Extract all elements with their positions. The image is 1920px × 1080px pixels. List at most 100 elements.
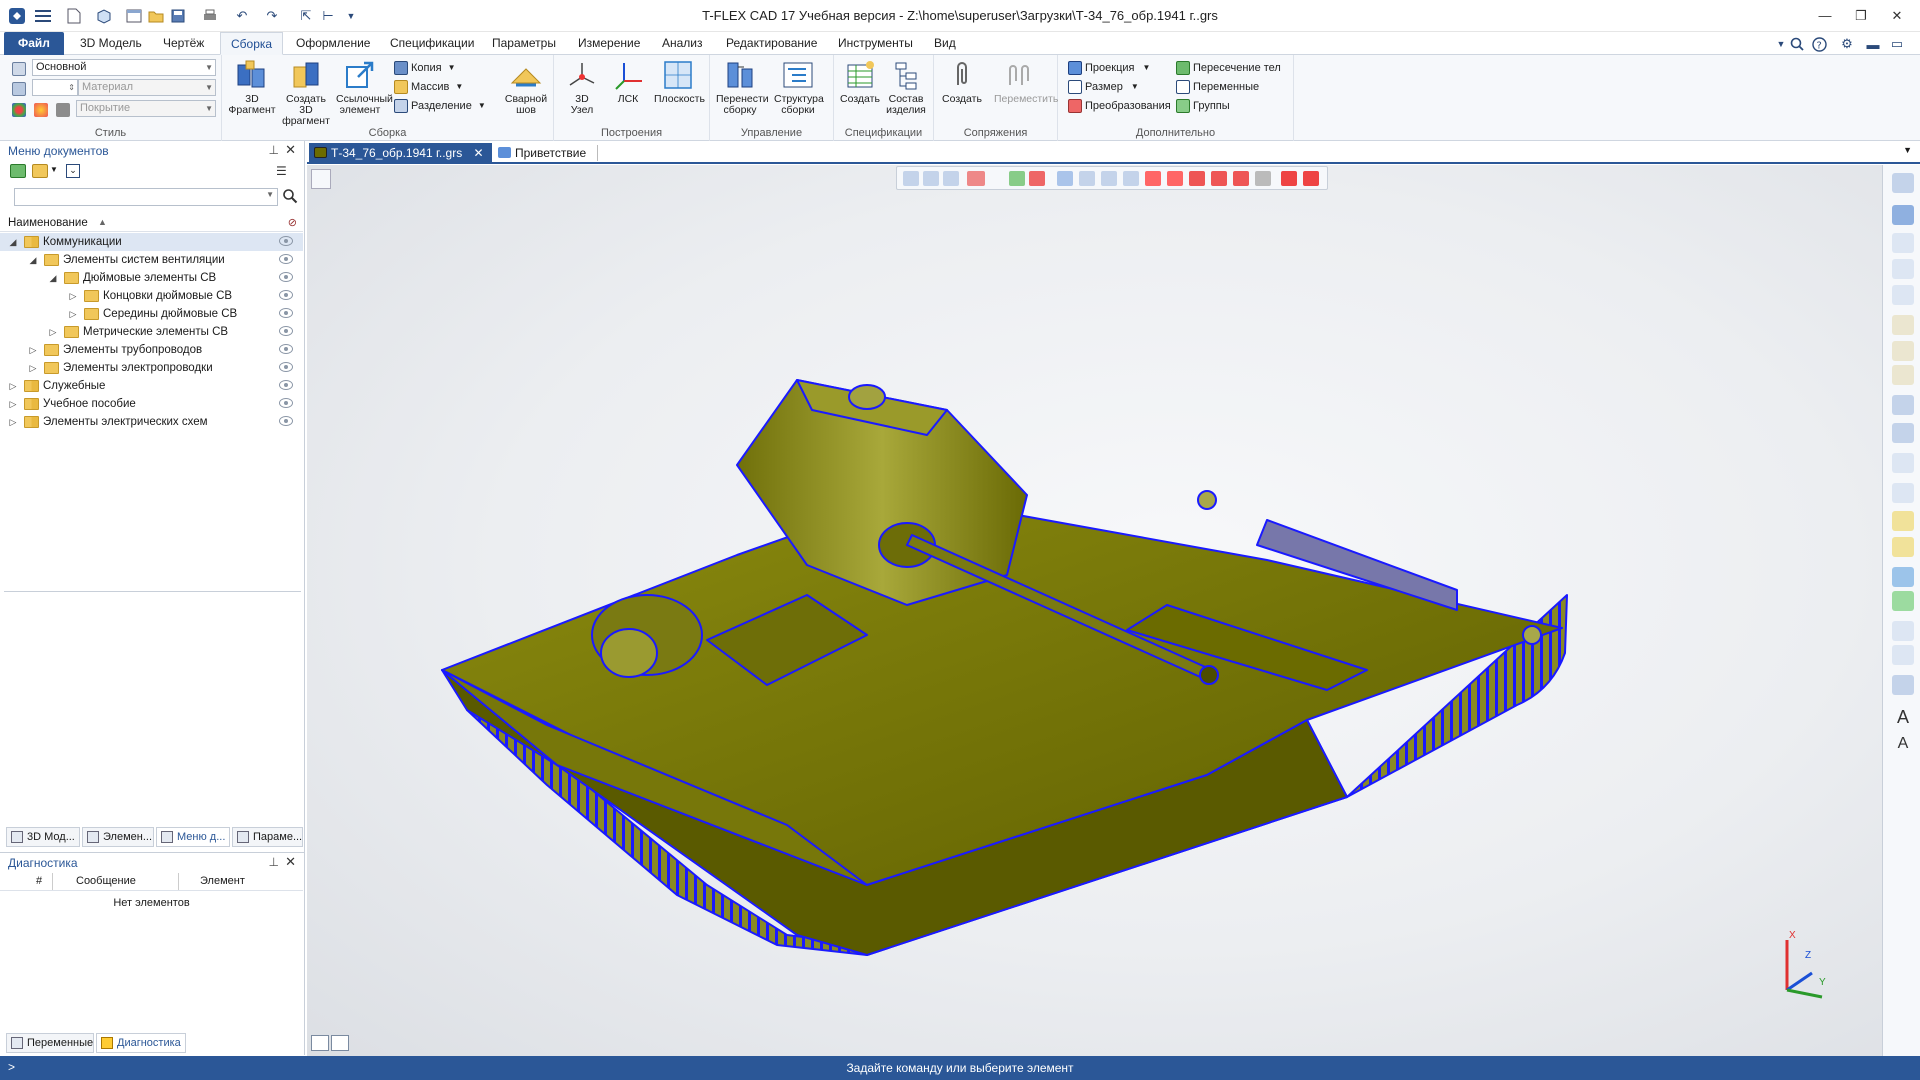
create-mate-button[interactable]: Создать — [938, 59, 986, 105]
tab-variables[interactable]: Переменные — [6, 1033, 94, 1053]
search-icon[interactable] — [282, 188, 300, 206]
eye-icon[interactable] — [279, 362, 293, 372]
tab-tools[interactable]: Инструменты — [828, 32, 923, 55]
material-select[interactable]: Материал ▼ — [78, 79, 216, 96]
filter-icon[interactable]: ⌄ — [66, 164, 80, 178]
tree-item[interactable]: ◢ Коммуникации — [0, 233, 303, 251]
collapse-icon[interactable]: ◢ — [8, 233, 18, 251]
pin-icon[interactable]: ⊥ — [269, 143, 279, 157]
lcs-button[interactable]: ЛСК — [604, 59, 652, 105]
section-plane-icon[interactable] — [1892, 453, 1914, 473]
eye-icon[interactable] — [279, 398, 293, 408]
tab-measurement[interactable]: Измерение — [568, 32, 650, 55]
transform-button[interactable]: Преобразования — [1068, 97, 1171, 114]
printer-icon[interactable] — [1892, 675, 1914, 695]
minimize-icon[interactable]: — — [1810, 4, 1840, 28]
render-mode-icon[interactable] — [1281, 171, 1297, 186]
color-select-icon[interactable] — [967, 171, 985, 186]
restore-icon[interactable]: ❐ — [1846, 4, 1876, 28]
diagnostics-close-icon[interactable]: ✕ — [285, 854, 296, 870]
colorize-icon[interactable] — [1892, 511, 1914, 531]
reference-element-button[interactable]: Ссылочный элемент — [336, 59, 393, 116]
groups-button[interactable]: Группы — [1176, 97, 1230, 114]
split-view-icon[interactable] — [311, 1035, 329, 1051]
coating-select[interactable]: Покрытие ▼ — [76, 100, 216, 117]
tree-item[interactable]: ▷ Элементы электрических схем — [0, 413, 303, 431]
copy-button[interactable]: Копия ▼ — [394, 59, 456, 76]
zoom-window-icon[interactable] — [1892, 259, 1914, 279]
expand-icon[interactable]: ▷ — [68, 287, 78, 305]
eye-icon[interactable] — [279, 416, 293, 426]
visibility-toggle-icon[interactable]: ⊘ — [288, 216, 297, 229]
zoom-fit-icon[interactable] — [1892, 285, 1914, 305]
tree-item[interactable]: ◢ Элементы систем вентиляции — [0, 251, 303, 269]
eye-icon[interactable] — [279, 308, 293, 318]
tree-item[interactable]: ◢ Дюймовые элементы СВ — [0, 269, 303, 287]
collapse-icon[interactable]: ◢ — [28, 251, 38, 269]
close-window-icon[interactable]: ✕ — [1882, 4, 1912, 28]
tab-assembly[interactable]: Сборка — [220, 32, 284, 55]
snap-icon[interactable] — [1079, 171, 1095, 186]
blue-shapes-icon[interactable] — [1892, 567, 1914, 587]
tab-view[interactable]: Вид — [924, 32, 966, 55]
drawing-view-icon[interactable] — [1892, 621, 1914, 641]
check-filter-icon[interactable] — [1009, 171, 1025, 186]
search-icon[interactable] — [1786, 33, 1808, 55]
color-fill-icon[interactable] — [34, 101, 51, 118]
layer-icon[interactable] — [12, 60, 29, 77]
assembly-structure-button[interactable]: Структура сборки — [774, 59, 824, 116]
move-mate-button[interactable]: Переместить — [994, 59, 1058, 105]
eye-icon[interactable] — [279, 344, 293, 354]
tabs-dropdown-icon[interactable]: ▼ — [1903, 145, 1912, 155]
panel-icon[interactable]: ▬ — [1862, 33, 1884, 55]
array-button[interactable]: Массив ▼ — [394, 78, 463, 95]
expand-icon[interactable]: ▷ — [8, 377, 18, 395]
pin-icon[interactable] — [1123, 171, 1139, 186]
projection-button[interactable]: Проекция ▼ — [1068, 59, 1150, 76]
product-composition-button[interactable]: Состав изделия — [882, 59, 930, 116]
add-document-icon[interactable] — [10, 164, 26, 178]
red-frame-icon[interactable] — [1233, 171, 1249, 186]
glasses-icon[interactable] — [1892, 315, 1914, 335]
tank-model[interactable] — [307, 165, 1882, 1056]
open-dropdown-icon[interactable]: ▼ — [50, 165, 58, 174]
yellow-cube-icon[interactable] — [1892, 537, 1914, 557]
tree-item[interactable]: ▷ Учебное пособие — [0, 395, 303, 413]
magnet-icon[interactable] — [1892, 205, 1914, 225]
filter-icon[interactable] — [903, 171, 919, 186]
eye-icon[interactable] — [279, 254, 293, 264]
create-spec-button[interactable]: Создать — [836, 59, 884, 105]
node-3d-button[interactable]: 3D Узел — [558, 59, 606, 116]
shape-icon[interactable] — [1255, 171, 1271, 186]
expand-icon[interactable]: ▷ — [68, 305, 78, 323]
red-cube-icon[interactable] — [1145, 171, 1161, 186]
eye-icon[interactable] — [279, 380, 293, 390]
view-mode-icon[interactable] — [1892, 173, 1914, 193]
tab-diagnostics[interactable]: Диагностика — [96, 1033, 186, 1053]
tab-welcome[interactable]: Приветствие — [493, 143, 594, 163]
close-tab-icon[interactable]: ✕ — [474, 146, 484, 160]
color-palette-icon[interactable] — [12, 101, 29, 118]
select-filter-icon[interactable] — [943, 171, 959, 186]
tab-elements-panel[interactable]: Элемен... — [82, 827, 154, 847]
body-intersection-button[interactable]: Пересечение тел — [1176, 59, 1281, 76]
rebuild-assembly-button[interactable]: Перенести сборку — [716, 59, 769, 116]
expand-icon[interactable]: ▷ — [8, 395, 18, 413]
create-fragment-button[interactable]: Создать 3D фрагмент — [282, 59, 330, 127]
section-icon[interactable] — [1303, 171, 1319, 186]
settings-gear-icon[interactable]: ⚙ — [1836, 33, 1858, 55]
sort-asc-icon[interactable]: ▲ — [98, 217, 107, 227]
dimension-button[interactable]: Размер ▼ — [1068, 78, 1139, 95]
red-cylinder-icon[interactable] — [1211, 171, 1227, 186]
text-style-icon[interactable]: A — [1892, 707, 1914, 727]
tab-document-t34[interactable]: Т-34_76_обр.1941 г..grs ✕ — [309, 143, 492, 163]
measure-view-icon[interactable] — [1892, 645, 1914, 665]
tab-documents-menu[interactable]: Меню д... — [156, 827, 230, 847]
color-swatch-icon[interactable] — [56, 101, 73, 118]
glasses-edit-icon[interactable] — [1892, 341, 1914, 361]
collapse-icon[interactable]: ◢ — [48, 269, 58, 287]
tab-3d-model[interactable]: 3D Модель — [70, 32, 152, 55]
tree-item[interactable]: ▷ Элементы электропроводки — [0, 359, 303, 377]
3d-viewport[interactable]: X Z Y — [307, 165, 1882, 1056]
eye-icon[interactable] — [279, 326, 293, 336]
